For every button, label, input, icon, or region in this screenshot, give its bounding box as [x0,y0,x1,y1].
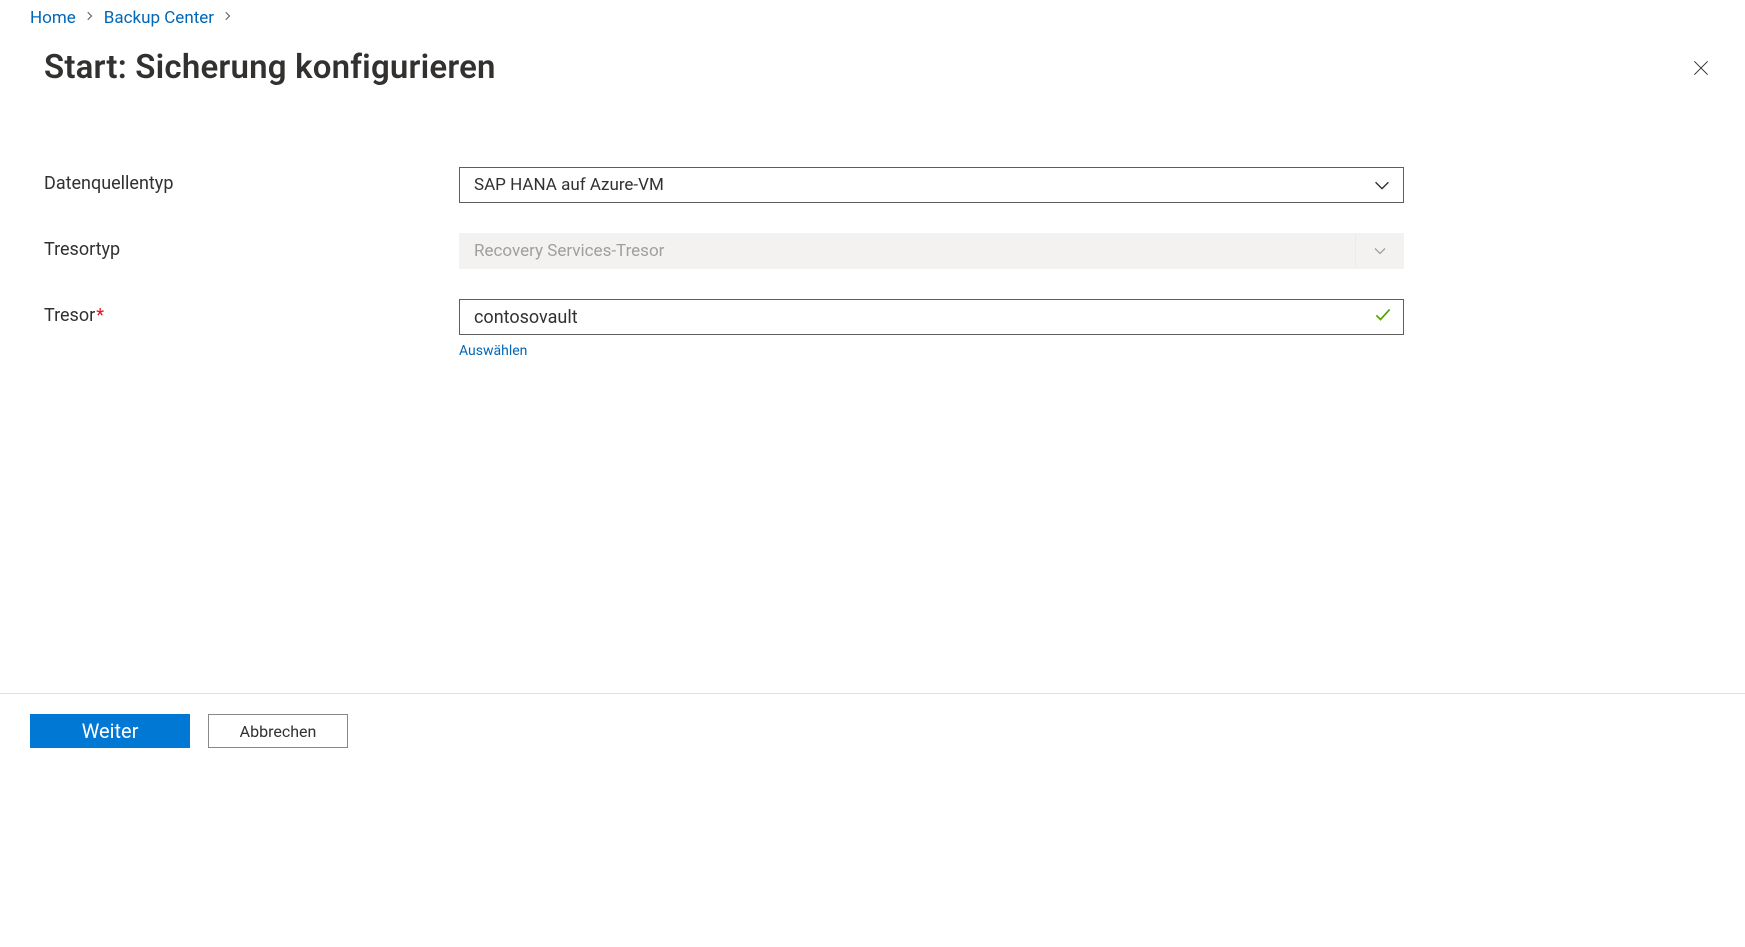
input-vault-value: contosovault [474,307,578,328]
cancel-button[interactable]: Abbrechen [208,714,348,748]
page-title: Start: Sicherung konfigurieren [44,48,496,87]
chevron-right-icon [82,10,98,26]
checkmark-icon [1373,305,1393,330]
label-vault-type: Tresortyp [44,233,459,260]
close-button[interactable] [1687,54,1715,82]
required-marker: * [96,305,104,326]
link-select-vault[interactable]: Auswählen [459,343,1404,359]
input-vault[interactable]: contosovault [459,299,1404,335]
form-area: Datenquellentyp SAP HANA auf Azure-VM Tr… [0,97,1745,413]
label-vault-text: Tresor [44,305,95,326]
dropdown-vault-type-value: Recovery Services-Tresor [474,241,664,261]
chevron-down-icon [1355,234,1403,268]
breadcrumb: Home Backup Center [0,0,1745,34]
chevron-down-icon [1369,172,1395,198]
row-vault: Tresor* contosovault Auswählen [44,299,1715,359]
next-button[interactable]: Weiter [30,714,190,748]
label-vault: Tresor* [44,299,459,326]
breadcrumb-home[interactable]: Home [30,8,76,28]
dropdown-datasource-type-value: SAP HANA auf Azure-VM [474,175,664,195]
dropdown-datasource-type[interactable]: SAP HANA auf Azure-VM [459,167,1404,203]
chevron-right-icon [220,10,236,26]
page-header: Start: Sicherung konfigurieren [0,34,1745,97]
close-icon [1691,58,1711,78]
footer: Weiter Abbrechen [0,694,1745,748]
row-datasource-type: Datenquellentyp SAP HANA auf Azure-VM [44,167,1715,203]
dropdown-vault-type: Recovery Services-Tresor [459,233,1404,269]
breadcrumb-backup-center[interactable]: Backup Center [104,8,214,28]
row-vault-type: Tresortyp Recovery Services-Tresor [44,233,1715,269]
label-datasource-type: Datenquellentyp [44,167,459,194]
